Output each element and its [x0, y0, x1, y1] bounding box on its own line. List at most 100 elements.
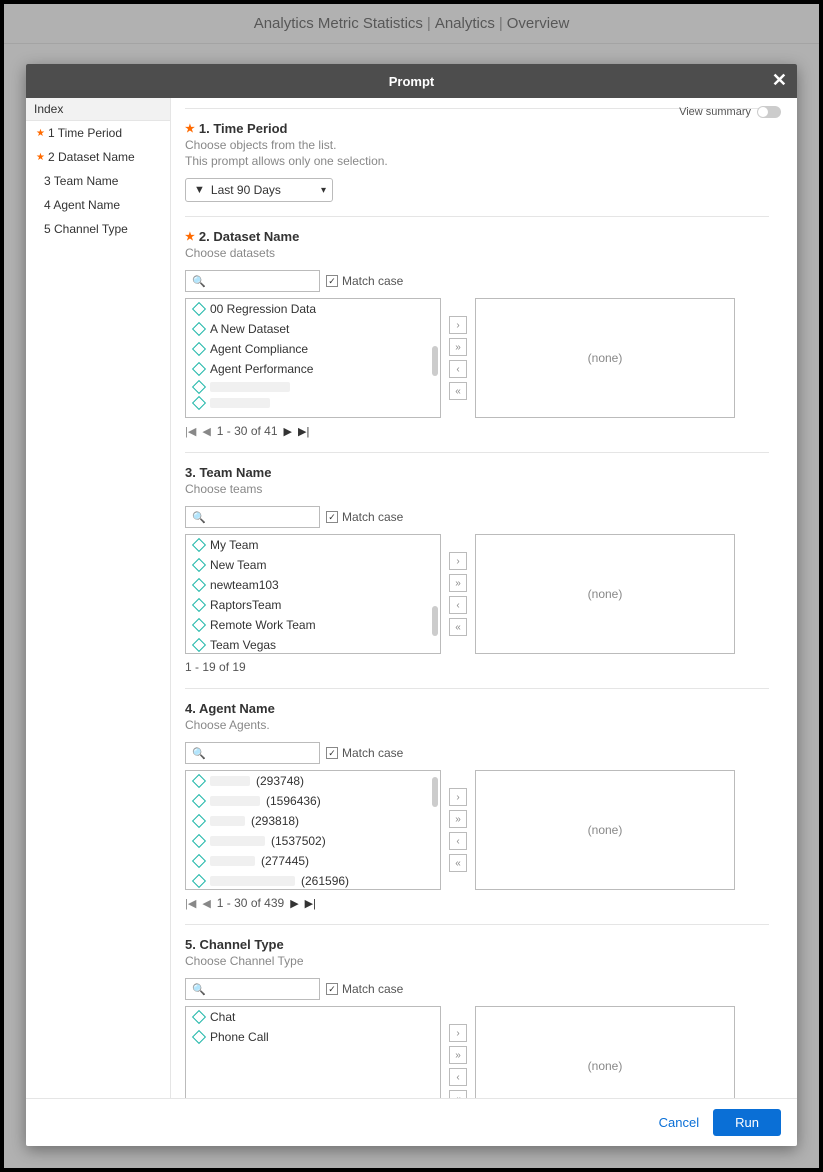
search-icon: 🔍: [192, 275, 206, 288]
move-all-right-button[interactable]: »: [449, 338, 467, 356]
list-item[interactable]: (293748): [186, 771, 440, 791]
diamond-icon: [192, 578, 206, 592]
sidebar-item-time-period[interactable]: ★ 1 Time Period: [26, 121, 170, 145]
diamond-icon: [192, 874, 206, 888]
sidebar-item-agent-name[interactable]: 4 Agent Name: [26, 193, 170, 217]
index-sidebar: Index ★ 1 Time Period ★ 2 Dataset Name 3…: [26, 98, 171, 1098]
empty-label: (none): [588, 351, 623, 365]
list-item[interactable]: Team Vegas: [186, 635, 440, 654]
view-summary-toggle[interactable]: View summary: [679, 106, 781, 118]
list-item[interactable]: newteam103: [186, 575, 440, 595]
section-hint: Choose datasets: [185, 246, 769, 260]
match-case-checkbox[interactable]: ✓ Match case: [326, 746, 403, 760]
pager-text: 1 - 30 of 439: [217, 896, 284, 910]
list-item[interactable]: My Team: [186, 535, 440, 555]
dataset-source-list[interactable]: 00 Regression Data A New Dataset Agent C…: [185, 298, 441, 418]
team-source-list[interactable]: My Team New Team newteam103 RaptorsTeam …: [185, 534, 441, 654]
list-item[interactable]: (293818): [186, 811, 440, 831]
prev-page-button[interactable]: ◀: [202, 897, 210, 910]
team-search-input[interactable]: 🔍: [185, 506, 320, 528]
list-item[interactable]: [186, 395, 440, 411]
scrollbar[interactable]: [432, 346, 438, 376]
sidebar-item-team-name[interactable]: 3 Team Name: [26, 169, 170, 193]
move-all-right-button[interactable]: »: [449, 810, 467, 828]
move-all-left-button[interactable]: «: [449, 854, 467, 872]
sidebar-item-dataset-name[interactable]: ★ 2 Dataset Name: [26, 145, 170, 169]
list-item[interactable]: Phone Call: [186, 1027, 440, 1047]
match-case-label: Match case: [342, 746, 403, 760]
scrollbar[interactable]: [432, 777, 438, 807]
list-item[interactable]: Agent Compliance: [186, 339, 440, 359]
first-page-button[interactable]: |◀: [185, 425, 196, 438]
checkbox-icon: ✓: [326, 747, 338, 759]
sidebar-item-label: 5 Channel Type: [44, 222, 128, 236]
redacted-text: [210, 876, 295, 886]
diamond-icon: [192, 396, 206, 410]
agent-search-input[interactable]: 🔍: [185, 742, 320, 764]
dropdown-value: Last 90 Days: [211, 183, 281, 197]
move-right-button[interactable]: ›: [449, 552, 467, 570]
checkbox-icon: ✓: [326, 983, 338, 995]
move-all-left-button[interactable]: «: [449, 1090, 467, 1098]
list-item[interactable]: Agent Performance: [186, 359, 440, 379]
move-right-button[interactable]: ›: [449, 788, 467, 806]
section-hint: This prompt allows only one selection.: [185, 154, 769, 168]
match-case-label: Match case: [342, 982, 403, 996]
dataset-target-list[interactable]: (none): [475, 298, 735, 418]
list-item[interactable]: (1537502): [186, 831, 440, 851]
last-page-button[interactable]: ▶|: [305, 897, 316, 910]
required-star-icon: ★: [185, 230, 195, 243]
move-left-button[interactable]: ‹: [449, 832, 467, 850]
move-all-left-button[interactable]: «: [449, 618, 467, 636]
team-target-list[interactable]: (none): [475, 534, 735, 654]
first-page-button[interactable]: |◀: [185, 897, 196, 910]
list-item[interactable]: (1596436): [186, 791, 440, 811]
move-all-right-button[interactable]: »: [449, 574, 467, 592]
search-icon: 🔍: [192, 511, 206, 524]
channel-search-input[interactable]: 🔍: [185, 978, 320, 1000]
list-item[interactable]: (261596): [186, 871, 440, 890]
section-title-text: 1. Time Period: [199, 121, 288, 136]
agent-target-list[interactable]: (none): [475, 770, 735, 890]
last-page-button[interactable]: ▶|: [298, 425, 309, 438]
list-item[interactable]: (277445): [186, 851, 440, 871]
move-left-button[interactable]: ‹: [449, 360, 467, 378]
move-all-right-button[interactable]: »: [449, 1046, 467, 1064]
list-item[interactable]: New Team: [186, 555, 440, 575]
run-button[interactable]: Run: [713, 1109, 781, 1136]
scrollbar[interactable]: [432, 606, 438, 636]
next-page-button[interactable]: ▶: [290, 897, 298, 910]
redacted-text: [210, 796, 260, 806]
dataset-search-input[interactable]: 🔍: [185, 270, 320, 292]
move-all-left-button[interactable]: «: [449, 382, 467, 400]
list-item[interactable]: A New Dataset: [186, 319, 440, 339]
channel-target-list[interactable]: (none): [475, 1006, 735, 1098]
match-case-checkbox[interactable]: ✓ Match case: [326, 510, 403, 524]
cancel-button[interactable]: Cancel: [659, 1115, 699, 1130]
list-item[interactable]: 00 Regression Data: [186, 299, 440, 319]
toggle-icon: [757, 106, 781, 118]
prev-page-button[interactable]: ◀: [202, 425, 210, 438]
next-page-button[interactable]: ▶: [284, 425, 292, 438]
match-case-checkbox[interactable]: ✓ Match case: [326, 982, 403, 996]
redacted-text: [210, 382, 290, 392]
move-right-button[interactable]: ›: [449, 316, 467, 334]
match-case-checkbox[interactable]: ✓ Match case: [326, 274, 403, 288]
diamond-icon: [192, 814, 206, 828]
agent-pager: |◀ ◀ 1 - 30 of 439 ▶ ▶|: [185, 896, 769, 910]
list-item[interactable]: Chat: [186, 1007, 440, 1027]
sidebar-item-channel-type[interactable]: 5 Channel Type: [26, 217, 170, 241]
move-left-button[interactable]: ‹: [449, 1068, 467, 1086]
list-item[interactable]: [186, 379, 440, 395]
pager-text: 1 - 30 of 41: [217, 424, 278, 438]
close-icon[interactable]: ✕: [772, 70, 787, 91]
sidebar-item-label: 1 Time Period: [48, 126, 122, 140]
move-right-button[interactable]: ›: [449, 1024, 467, 1042]
list-item[interactable]: Remote Work Team: [186, 615, 440, 635]
time-period-dropdown[interactable]: ▼ Last 90 Days ▾: [185, 178, 333, 202]
list-item[interactable]: RaptorsTeam: [186, 595, 440, 615]
move-left-button[interactable]: ‹: [449, 596, 467, 614]
agent-source-list[interactable]: (293748) (1596436) (293818) (1537502) (2…: [185, 770, 441, 890]
channel-source-list[interactable]: Chat Phone Call: [185, 1006, 441, 1098]
chevron-down-icon: ▾: [321, 185, 326, 196]
